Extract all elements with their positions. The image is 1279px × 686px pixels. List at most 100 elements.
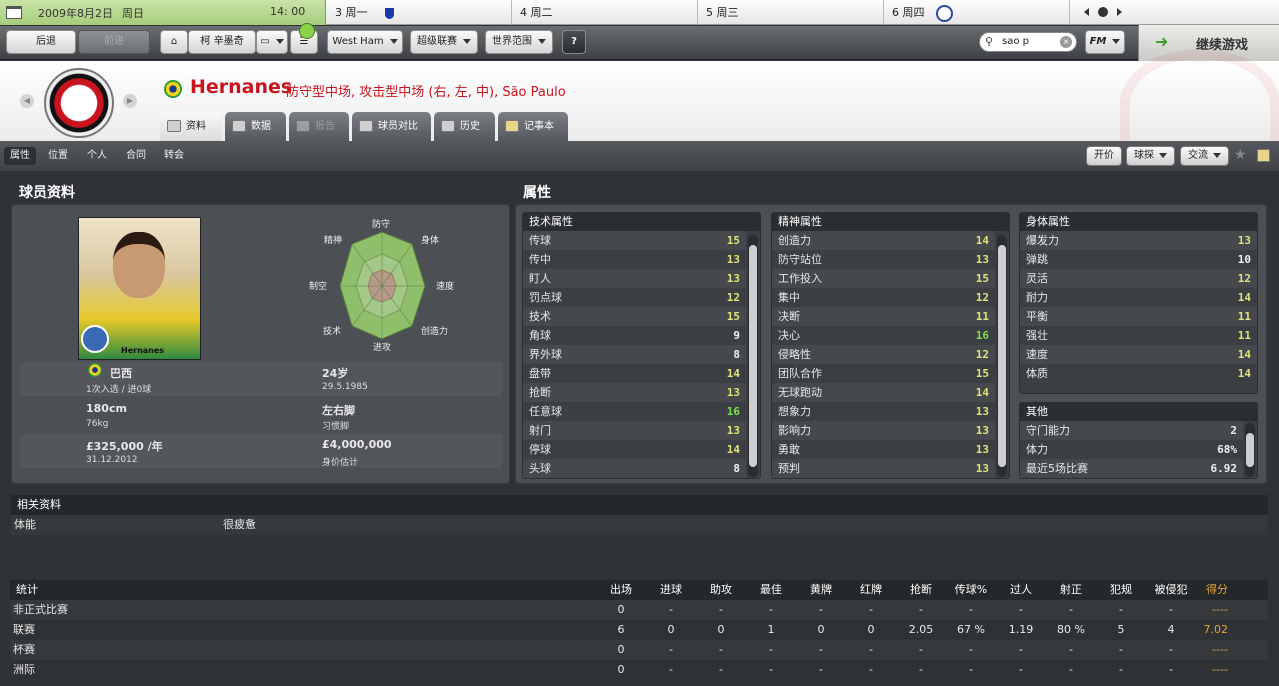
mental-attribute-row[interactable]: 无球跑动 14: [772, 383, 995, 402]
technical-attribute-row[interactable]: 射门 13: [523, 421, 746, 440]
physical-attribute-row[interactable]: 强壮 11: [1020, 326, 1257, 345]
back-button[interactable]: 后退: [6, 30, 76, 54]
next-player-icon[interactable]: ▶: [123, 94, 137, 108]
stats-row[interactable]: 杯赛 0- - - - - - - - - - - ----: [10, 640, 1268, 660]
physical-attribute-row[interactable]: 爆发力 13: [1020, 231, 1257, 250]
technical-attribute-row[interactable]: 头球 8: [523, 459, 746, 478]
physical-attribute-row[interactable]: 灵活 12: [1020, 269, 1257, 288]
calendar-day-6[interactable]: 6 周四: [884, 0, 1070, 25]
other-scrollbar[interactable]: [1245, 423, 1255, 477]
technical-attribute-row[interactable]: 停球 14: [523, 440, 746, 459]
stats-header-cell[interactable]: 最佳: [746, 580, 796, 600]
clear-search-icon[interactable]: ×: [1060, 36, 1072, 48]
physical-attribute-row[interactable]: 速度 14: [1020, 345, 1257, 364]
mental-attribute-row[interactable]: 决心 16: [772, 326, 995, 345]
tab-notebook[interactable]: 记事本: [498, 112, 568, 141]
mental-attribute-row[interactable]: 侵略性 12: [772, 345, 995, 364]
tab-history[interactable]: 历史: [434, 112, 495, 141]
tab-profile[interactable]: 资料: [160, 112, 222, 141]
stats-row[interactable]: 联赛 6 0 0 1 0 0 2.05 67 % 1.19 80 % 5 4 7.02: [10, 620, 1268, 640]
mental-attribute-row[interactable]: 工作投入 15: [772, 269, 995, 288]
calendar-day-4[interactable]: 4 周二: [512, 0, 698, 25]
subnav-personal[interactable]: 个人: [81, 147, 113, 165]
help-button[interactable]: ?: [562, 30, 586, 54]
stats-header-cell[interactable]: 进球: [646, 580, 696, 600]
prev-player-icon[interactable]: ◀: [20, 94, 34, 108]
calendar-today[interactable]: 2009年8月2日 周日 14: 00: [0, 0, 326, 25]
mental-attribute-row[interactable]: 集中 12: [772, 288, 995, 307]
calendar-today-dot-icon[interactable]: [1098, 7, 1108, 17]
league-menu[interactable]: 超级联赛: [410, 30, 478, 54]
stats-row[interactable]: 非正式比赛 0- - - - - - - - - - - ----: [10, 600, 1268, 620]
technical-attribute-row[interactable]: 抢断 13: [523, 383, 746, 402]
calendar-prev-icon[interactable]: [1084, 8, 1089, 16]
tab-compare[interactable]: 球员对比: [352, 112, 431, 141]
technical-attribute-row[interactable]: 罚点球 12: [523, 288, 746, 307]
mental-attribute-row[interactable]: 勇敢 13: [772, 440, 995, 459]
stats-header-cell[interactable]: 助攻: [696, 580, 746, 600]
other-attribute-row[interactable]: 守门能力 2: [1020, 421, 1243, 440]
interact-menu[interactable]: 交流: [1180, 146, 1229, 166]
mental-attribute-row[interactable]: 想象力 13: [772, 402, 995, 421]
subnav-transfer[interactable]: 转会: [158, 147, 190, 165]
physical-attribute-row[interactable]: 耐力 14: [1020, 288, 1257, 307]
technical-attribute-row[interactable]: 技术 15: [523, 307, 746, 326]
tab-report[interactable]: 报告: [289, 112, 349, 141]
physical-attribute-row[interactable]: 弹跳 10: [1020, 250, 1257, 269]
club-menu[interactable]: West Ham: [327, 30, 403, 54]
subnav-attributes[interactable]: 属性: [4, 147, 36, 165]
mental-attribute-row[interactable]: 创造力 14: [772, 231, 995, 250]
stats-header-cell[interactable]: 犯规: [1096, 580, 1146, 600]
calendar-day-5[interactable]: 5 周三: [698, 0, 884, 25]
calendar-next-icon[interactable]: [1117, 8, 1122, 16]
mental-attribute-row[interactable]: 影响力 13: [772, 421, 995, 440]
star-icon[interactable]: ★: [1234, 147, 1247, 163]
physical-attribute-row[interactable]: 平衡 11: [1020, 307, 1257, 326]
mental-scrollbar[interactable]: [997, 235, 1007, 477]
inbox-button[interactable]: ▭: [256, 30, 288, 54]
search-input[interactable]: ⚲ sao p ×: [979, 32, 1077, 52]
technical-attribute-row[interactable]: 角球 9: [523, 326, 746, 345]
stats-header-cell[interactable]: 得分: [1196, 580, 1236, 600]
nationality[interactable]: 巴西: [110, 365, 132, 381]
world-menu[interactable]: 世界范围: [485, 30, 553, 54]
stats-header-cell[interactable]: 射正: [1046, 580, 1096, 600]
stats-header-cell[interactable]: 抢断: [896, 580, 946, 600]
mental-attribute-row[interactable]: 团队合作 15: [772, 364, 995, 383]
stats-header-cell[interactable]: 过人: [996, 580, 1046, 600]
technical-attribute-row[interactable]: 界外球 8: [523, 345, 746, 364]
scout-menu[interactable]: 球探: [1126, 146, 1175, 166]
subnav-positions[interactable]: 位置: [42, 147, 74, 165]
calendar-day-3[interactable]: 3 周一: [327, 0, 512, 25]
offer-button[interactable]: 开价: [1086, 146, 1122, 166]
physical-attribute-row[interactable]: 体质 14: [1020, 364, 1257, 383]
attribute-name: 罚点球: [529, 291, 562, 304]
stats-header-cell[interactable]: 出场: [596, 580, 646, 600]
mental-attribute-row[interactable]: 预判 13: [772, 459, 995, 478]
stats-row[interactable]: 洲际 0- - - - - - - - - - - ----: [10, 660, 1268, 680]
fm-menu[interactable]: FM: [1085, 30, 1125, 54]
stats-header-cell[interactable]: 统计: [10, 580, 596, 600]
mental-attribute-row[interactable]: 防守站位 13: [772, 250, 995, 269]
home-button[interactable]: ⌂: [160, 30, 188, 54]
other-attribute-row[interactable]: 最近5场比赛 6.92: [1020, 459, 1243, 478]
technical-attribute-row[interactable]: 传中 13: [523, 250, 746, 269]
technical-attribute-row[interactable]: 传球 15: [523, 231, 746, 250]
stats-header-cell[interactable]: 传球%: [946, 580, 996, 600]
technical-attribute-row[interactable]: 任意球 16: [523, 402, 746, 421]
manager-menu[interactable]: 柯 辛墨奇: [188, 30, 256, 54]
stats-header-cell[interactable]: 红牌: [846, 580, 896, 600]
technical-attribute-row[interactable]: 盘带 14: [523, 364, 746, 383]
forward-button[interactable]: 前进: [78, 30, 150, 54]
stats-header-cell[interactable]: 黄牌: [796, 580, 846, 600]
calendar-icon[interactable]: [6, 6, 22, 19]
technical-scrollbar[interactable]: [748, 235, 758, 477]
other-attribute-row[interactable]: 体力 68%: [1020, 440, 1243, 459]
technical-attribute-row[interactable]: 盯人 13: [523, 269, 746, 288]
mental-attribute-row[interactable]: 决断 11: [772, 307, 995, 326]
stats-header-cell[interactable]: 被侵犯: [1146, 580, 1196, 600]
inbox-icon: ▭: [260, 36, 270, 47]
add-note-icon[interactable]: [1257, 149, 1270, 162]
tab-stats[interactable]: 数据: [225, 112, 286, 141]
subnav-contract[interactable]: 合同: [120, 147, 152, 165]
